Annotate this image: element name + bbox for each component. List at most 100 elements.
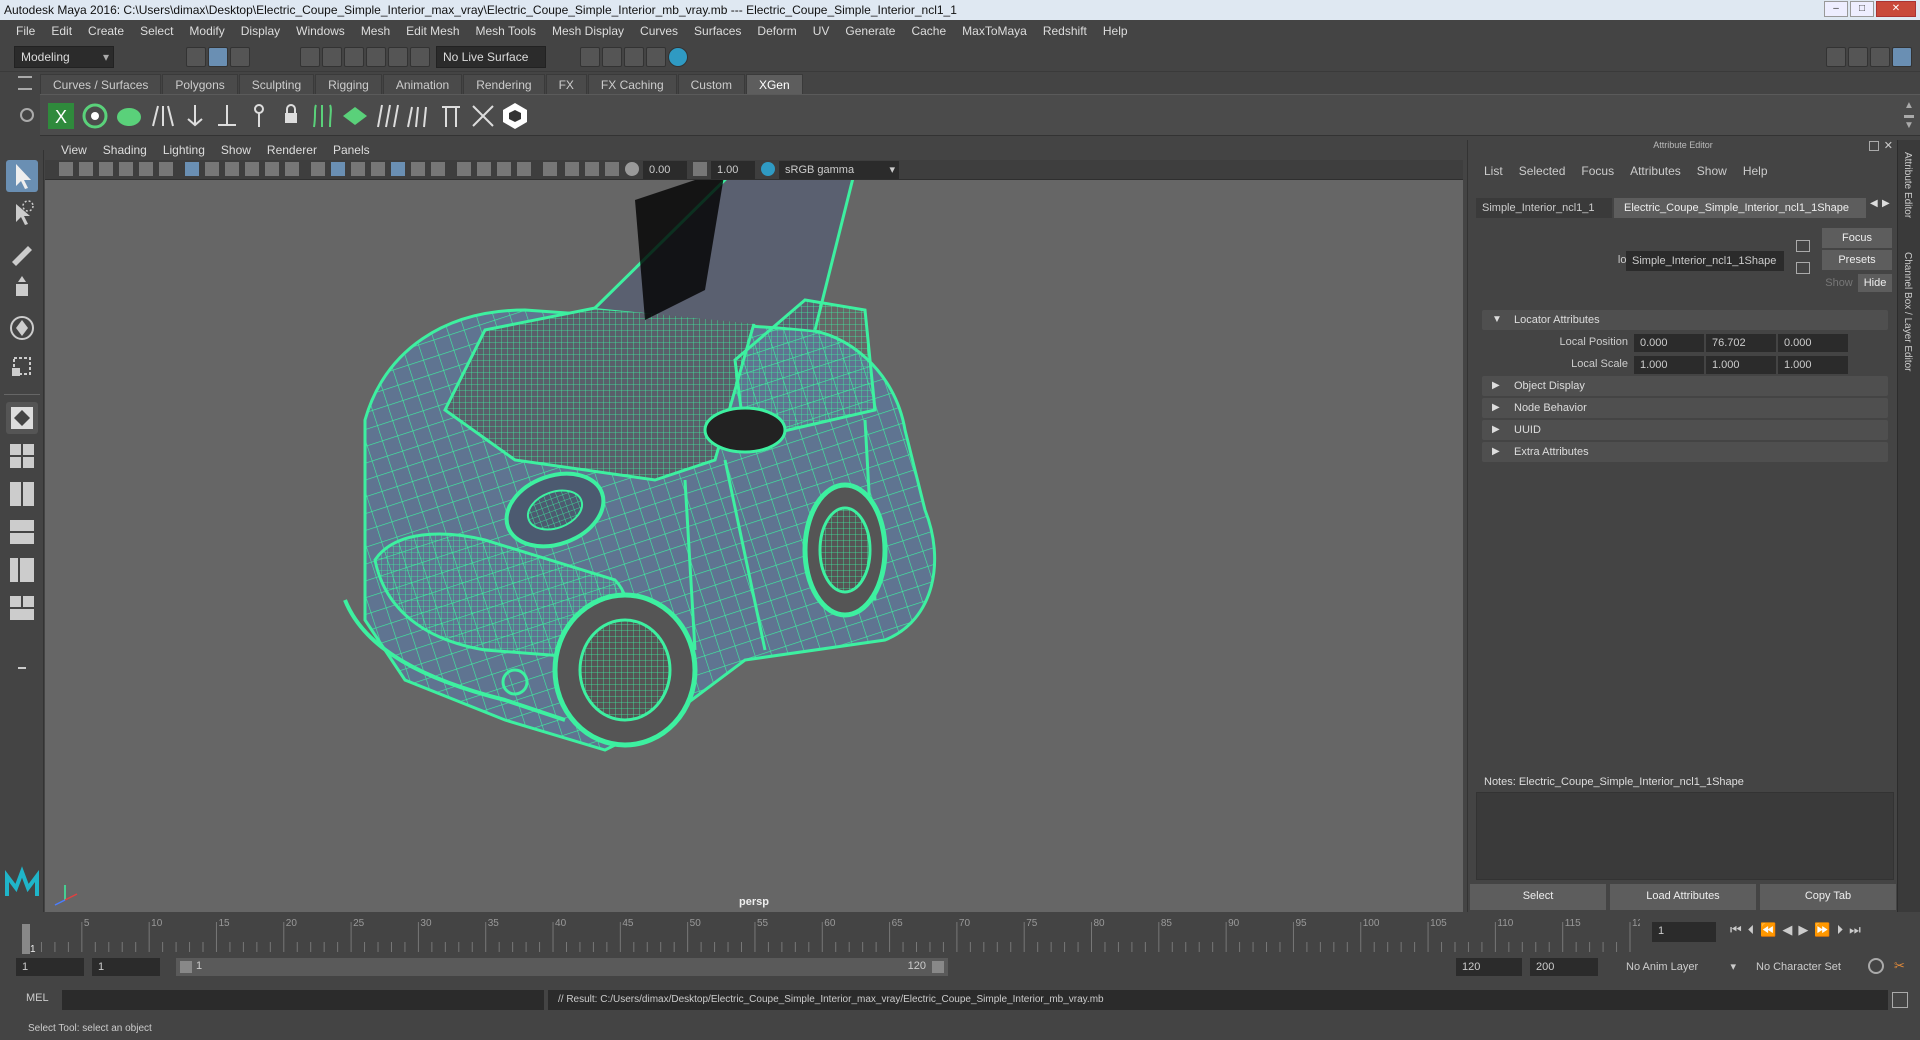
menu-file[interactable]: File [8,20,43,42]
live-surface-field[interactable]: No Live Surface [436,46,546,68]
use-all-lights-icon[interactable] [411,162,425,176]
shelf-tab-curves-surfaces[interactable]: Curves / Surfaces [40,74,162,94]
xgen-hex-logo-icon[interactable] [500,101,530,131]
current-time-marker[interactable] [22,924,30,954]
menu-windows[interactable]: Windows [288,20,353,42]
snap-grid-icon[interactable] [300,47,320,67]
script-language-label[interactable]: MEL [26,992,49,1004]
xgen-create-description-icon[interactable] [114,101,144,131]
menu-mesh-tools[interactable]: Mesh Tools [468,20,544,42]
hide-button[interactable]: Hide [1858,274,1892,292]
time-ruler[interactable]: 15 10 15 20 25 30 35 40 45 50 55 60 65 70 75 80 85 90 95 10… [22,912,1640,956]
select-button[interactable]: Select [1470,884,1606,910]
select-tool-icon[interactable] [6,160,38,192]
bookmark-icon[interactable] [99,162,113,176]
script-editor-icon[interactable] [1892,992,1908,1008]
xgen-editor-icon[interactable]: X [46,101,76,131]
focus-button[interactable]: Focus [1822,228,1892,248]
section-node-behavior[interactable]: ▶ Node Behavior [1482,398,1888,418]
current-frame-field[interactable]: 1 [1652,922,1716,942]
menu-mesh-display[interactable]: Mesh Display [544,20,632,42]
shelf-tab-sculpting[interactable]: Sculpting [238,74,315,94]
layout-outliner-icon[interactable] [6,554,38,586]
channel-box-toggle-icon[interactable] [1892,47,1912,67]
float-panel-icon[interactable] [1869,141,1879,151]
xgen-sculpt-guide-icon[interactable] [212,101,242,131]
tab-scroll-left-icon[interactable]: ◀ [1870,198,1878,209]
isolate-select-icon[interactable] [543,162,557,176]
xgen-normalize-guides-icon[interactable] [308,101,338,131]
frame-all-icon[interactable] [565,162,579,176]
go-to-input-icon[interactable] [1796,240,1810,252]
shelf-tab-xgen[interactable]: XGen [745,74,803,94]
menu-select[interactable]: Select [132,20,181,42]
attr-menu-focus[interactable]: Focus [1573,164,1622,178]
tool-settings-icon[interactable] [1870,47,1890,67]
color-space-dropdown[interactable]: sRGB gamma ▾ [779,161,899,179]
xray-icon[interactable] [391,162,405,176]
section-extra-attributes[interactable]: ▶ Extra Attributes [1482,442,1888,462]
section-object-display[interactable]: ▶ Object Display [1482,376,1888,396]
shelf-tab-animation[interactable]: Animation [382,74,463,94]
shelf-tab-custom[interactable]: Custom [677,74,745,94]
default-lighting-icon[interactable] [351,162,365,176]
presets-button[interactable]: Presets [1822,250,1892,270]
menu-cache[interactable]: Cache [903,20,954,42]
step-forward-frame-icon[interactable]: ⏩ [1814,922,1830,938]
anti-aliasing-icon[interactable] [497,162,511,176]
color-management-icon[interactable] [761,162,775,176]
xgen-groom-icon[interactable] [340,101,370,131]
motion-blur-icon[interactable] [477,162,491,176]
resolution-gate-icon[interactable] [225,162,239,176]
show-button[interactable]: Show [1822,274,1856,292]
local-scale-y[interactable]: 1.000 [1706,356,1776,374]
field-chart-icon[interactable] [265,162,279,176]
menu-generate[interactable]: Generate [837,20,903,42]
screen-space-ao-icon[interactable] [457,162,471,176]
anim-start-field[interactable]: 1 [92,958,160,976]
shelf-menu-icon[interactable] [18,76,32,90]
step-back-frame-icon[interactable]: ⏪ [1760,922,1776,938]
safe-action-icon[interactable] [285,162,299,176]
tab-scroll-right-icon[interactable]: ▶ [1882,198,1890,209]
film-gate-icon[interactable] [205,162,219,176]
close-icon[interactable]: ✕ [1876,1,1916,17]
layout-four-icon[interactable] [6,440,38,472]
local-scale-x[interactable]: 1.000 [1634,356,1704,374]
xgen-bend-guides-icon[interactable] [372,101,402,131]
snap-surface-icon[interactable] [388,47,408,67]
exposure-field[interactable]: 0.00 [643,161,687,179]
attr-menu-help[interactable]: Help [1735,164,1776,178]
menu-curves[interactable]: Curves [632,20,686,42]
local-position-x[interactable]: 0.000 [1634,334,1704,352]
vp-menu-show[interactable]: Show [213,143,259,157]
time-slider[interactable]: 1 5 10 15 20 25 30 35 40 45 50 55 60 65 70 75 80 85 90 95 10… [0,912,1920,956]
character-set-dropdown[interactable]: No Character Set [1750,958,1870,976]
snap-view-icon[interactable] [366,47,386,67]
menu-redshift[interactable]: Redshift [1035,20,1095,42]
menu-deform[interactable]: Deform [749,20,804,42]
menu-display[interactable]: Display [233,20,288,42]
local-position-z[interactable]: 0.000 [1778,334,1848,352]
menu-mesh[interactable]: Mesh [353,20,398,42]
wireframe-icon[interactable] [311,162,325,176]
vp-menu-lighting[interactable]: Lighting [155,143,213,157]
vp-menu-panels[interactable]: Panels [325,143,378,157]
exposure-icon[interactable] [625,162,639,176]
go-to-start-icon[interactable]: ⏮ [1730,922,1742,938]
layout-stack-icon[interactable] [6,516,38,548]
snap-magnet-icon[interactable] [410,47,430,67]
mode-dropdown[interactable]: Modeling ▾ [14,46,114,68]
image-plane-icon[interactable] [119,162,133,176]
scale-tool-icon[interactable] [6,350,38,382]
wireframe-on-shaded-icon[interactable] [371,162,385,176]
viewport-persp[interactable]: persp [45,180,1463,912]
toolbox-collapse-icon[interactable] [6,652,38,684]
vp-menu-shading[interactable]: Shading [95,143,155,157]
grease-pencil-icon[interactable] [159,162,173,176]
gamma-field[interactable]: 1.00 [711,161,755,179]
play-backwards-icon[interactable]: ◀ [1782,922,1792,938]
rotate-tool-icon[interactable] [6,312,38,344]
anim-end-field[interactable]: 120 [1456,958,1522,976]
step-forward-key-icon[interactable]: ⏵ [1837,922,1844,938]
